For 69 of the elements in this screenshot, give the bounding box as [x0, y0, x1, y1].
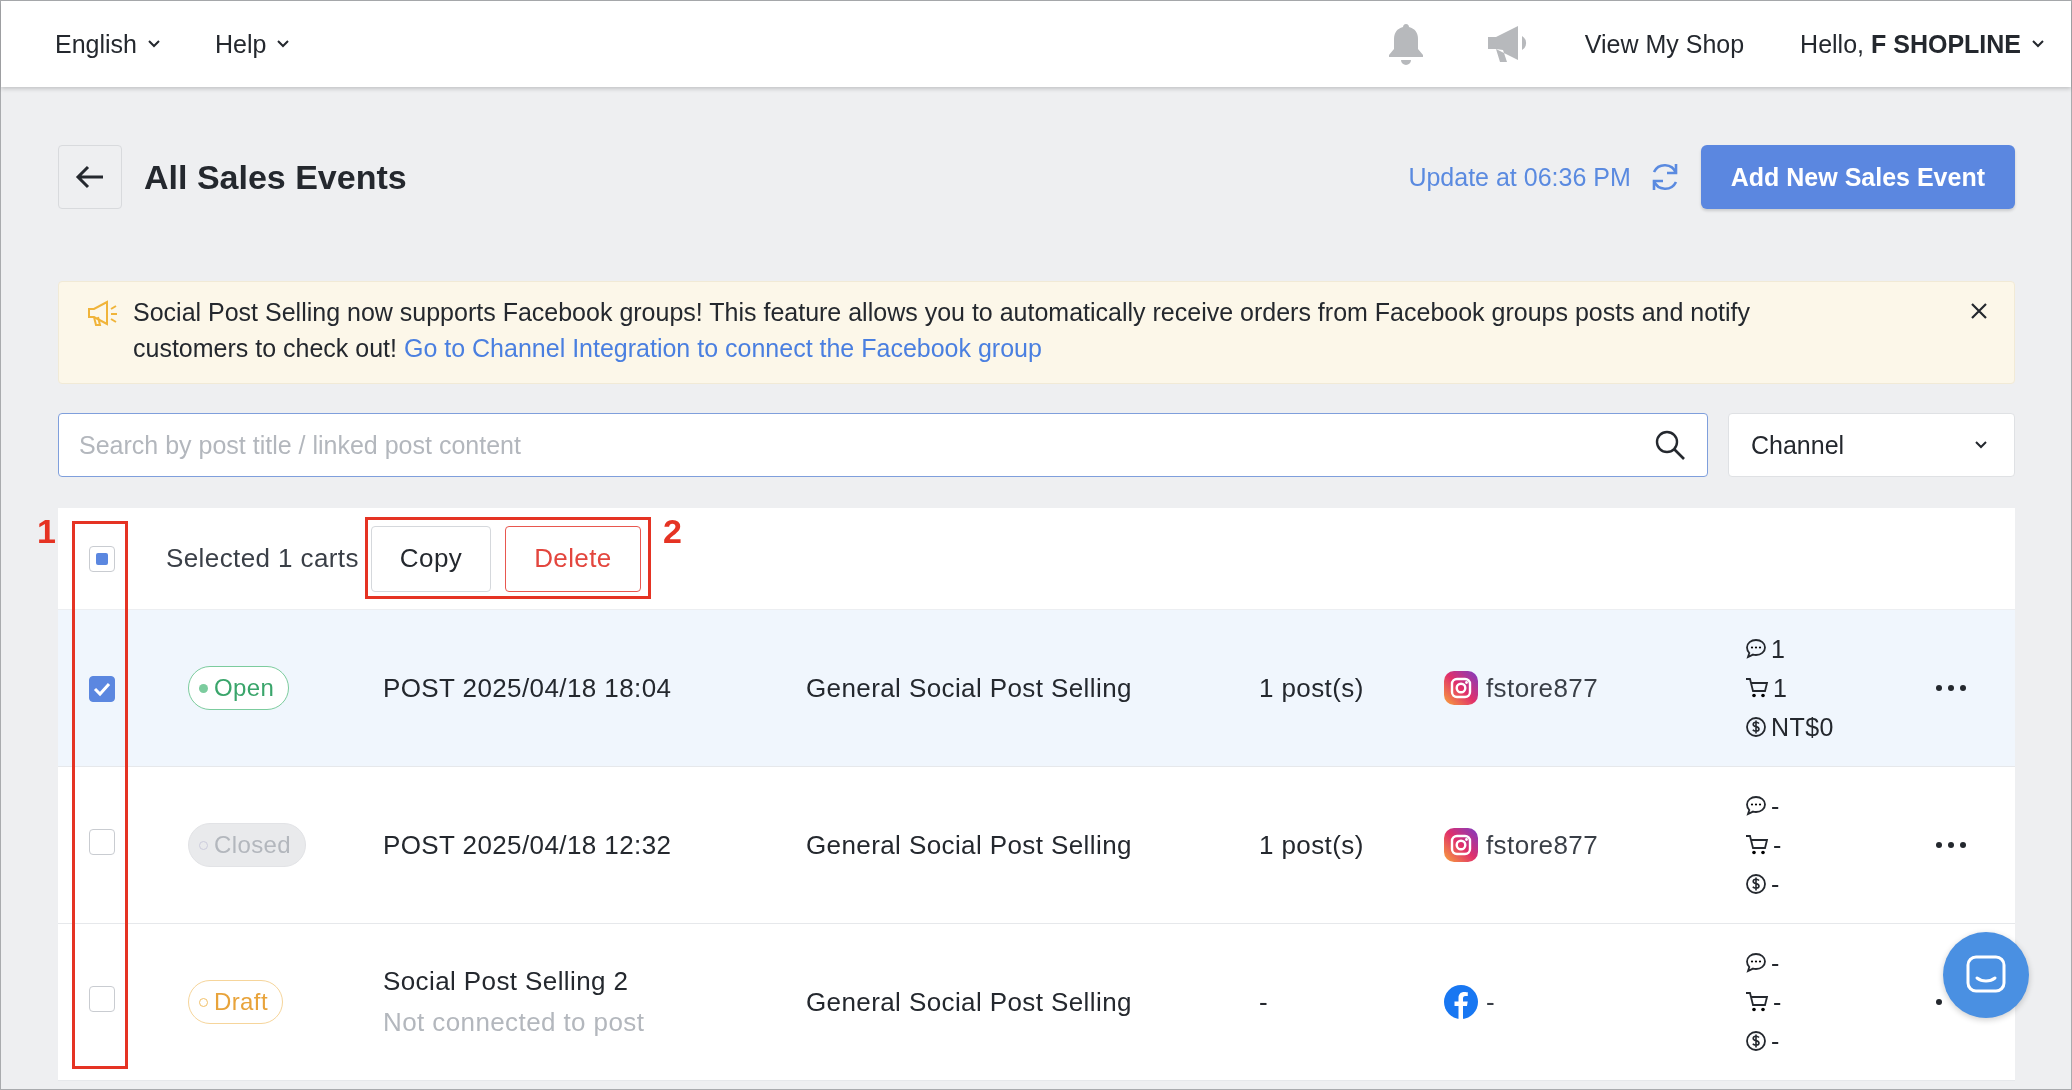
- checkbox[interactable]: [89, 675, 115, 702]
- comment-icon: [1745, 952, 1767, 974]
- comment-count: 1: [1771, 634, 1786, 664]
- chat-icon: [1965, 954, 2007, 996]
- event-type: General Social Post Selling: [806, 672, 1133, 704]
- event-title: POST 2025/04/18 18:04: [383, 672, 673, 704]
- channel-integration-link[interactable]: Go to Channel Integration to connect the Facebook group: [403, 334, 1042, 362]
- comment-icon: [1745, 795, 1767, 817]
- revenue: -: [1771, 1026, 1780, 1056]
- more-icon[interactable]: [1935, 998, 1943, 1006]
- chevron-down-icon: [1974, 440, 1988, 450]
- page-title: All Sales Events: [144, 157, 407, 197]
- annotation-number: 1: [37, 512, 57, 551]
- event-type: General Social Post Selling: [806, 829, 1133, 861]
- instagram-icon: [1444, 828, 1478, 862]
- megaphone-icon: [87, 300, 119, 328]
- cart-count: -: [1773, 830, 1782, 860]
- more-icon[interactable]: [1935, 684, 1967, 692]
- annotation-number: 2: [663, 512, 683, 551]
- event-subtitle: Not connected to post: [383, 1007, 646, 1038]
- language-menu[interactable]: English: [55, 29, 161, 59]
- revenue: NT$0: [1771, 712, 1834, 742]
- account-menu[interactable]: Hello, F SHOPLINE: [1800, 29, 2045, 59]
- view-shop-link[interactable]: View My Shop: [1584, 29, 1745, 59]
- add-sales-event-button[interactable]: Add New Sales Event: [1700, 145, 2015, 209]
- status-badge: Draft: [188, 980, 283, 1024]
- more-icon[interactable]: [1935, 841, 1967, 849]
- chevron-down-icon: [276, 39, 291, 49]
- comment-icon: [1745, 638, 1767, 660]
- cart-icon: [1745, 834, 1769, 856]
- arrow-left-icon: [75, 164, 105, 190]
- facebook-icon: [1444, 985, 1478, 1019]
- cart-count: 1: [1773, 673, 1788, 703]
- cart-icon: [1745, 991, 1769, 1013]
- chevron-down-icon: [2031, 39, 2045, 49]
- instagram-icon: [1444, 671, 1478, 705]
- delete-button[interactable]: Delete: [505, 525, 641, 592]
- cart-count: -: [1773, 987, 1782, 1017]
- chevron-down-icon: [147, 39, 161, 49]
- selection-count: Selected 1 carts: [166, 543, 359, 574]
- status-badge: Open: [188, 666, 290, 710]
- checkbox[interactable]: [89, 985, 115, 1012]
- checkbox[interactable]: [89, 545, 115, 572]
- event-type: General Social Post Selling: [806, 986, 1133, 1018]
- cart-icon: [1745, 677, 1769, 699]
- revenue: -: [1771, 869, 1780, 899]
- channel-dropdown[interactable]: Channel: [1728, 413, 2015, 477]
- checkmark-icon: [92, 680, 112, 697]
- dollar-icon: [1745, 716, 1767, 738]
- event-title: Social Post Selling 2: [383, 966, 630, 997]
- search-field[interactable]: Search by post title / linked post content: [58, 413, 1708, 477]
- event-title: POST 2025/04/18 12:32: [383, 829, 673, 861]
- comment-count: -: [1771, 791, 1780, 821]
- comment-count: -: [1771, 948, 1780, 978]
- update-time: Update at 06:36 PM: [1408, 162, 1631, 192]
- post-count: 1 post(s): [1259, 672, 1365, 704]
- channel-account: fstore877: [1486, 672, 1598, 704]
- dollar-icon: [1745, 1030, 1767, 1052]
- copy-button[interactable]: Copy: [370, 525, 492, 592]
- banner-message: Social Post Selling now supports Facebook groups! This feature allows you to automatically receive orders from Facebook groups posts and notify customers to check out! Go to Channel Integration to connect the Facebook group: [133, 297, 1752, 364]
- search-icon[interactable]: [1654, 429, 1686, 461]
- channel-account: fstore877: [1486, 829, 1598, 861]
- channel-account: -: [1486, 986, 1496, 1018]
- checkbox[interactable]: [89, 828, 115, 855]
- help-menu[interactable]: Help: [215, 29, 291, 59]
- dollar-icon: [1745, 873, 1767, 895]
- post-count: -: [1259, 986, 1270, 1018]
- post-count: 1 post(s): [1259, 829, 1365, 861]
- back-button[interactable]: [58, 145, 122, 209]
